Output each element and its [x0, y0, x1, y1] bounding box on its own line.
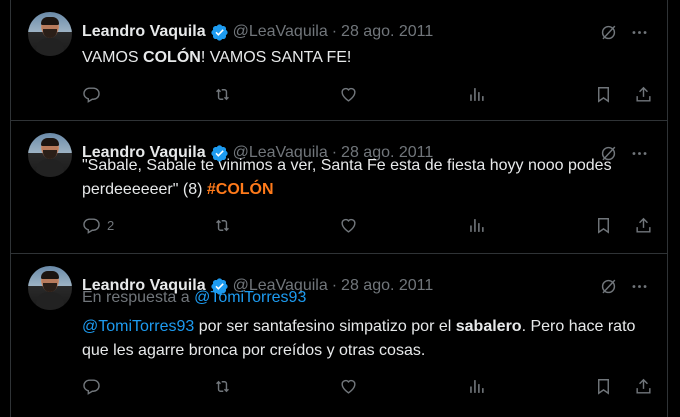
author-handle[interactable]: @LeaVaquila	[233, 23, 328, 41]
separator-dot: ·	[331, 23, 338, 40]
grok-icon[interactable]	[599, 23, 618, 42]
like-icon	[341, 379, 356, 394]
like-button[interactable]	[339, 85, 467, 104]
reply-button[interactable]	[82, 85, 213, 104]
reply-count: 2	[107, 217, 115, 233]
tweet-actions: 2	[82, 213, 653, 237]
retweet-button[interactable]	[213, 377, 339, 396]
tweet-header: Leandro Vaquila @LeaVaquila · 28 ago. 20…	[82, 21, 657, 43]
timeline: Leandro Vaquila @LeaVaquila · 28 ago. 20…	[10, 0, 668, 417]
tweet-text: @TomiTorres93 por ser santafesino simpat…	[82, 318, 636, 359]
reply-to-link[interactable]: @TomiTorres93	[194, 289, 306, 306]
reply-icon	[83, 86, 100, 103]
views-icon	[470, 87, 484, 101]
tweet-text: "Sabale, Sabale te vinimos a ver, Santa …	[82, 157, 612, 198]
avatar[interactable]	[28, 12, 72, 56]
bookmark-icon[interactable]	[594, 216, 613, 235]
mention-link[interactable]: @TomiTorres93	[82, 318, 194, 335]
views-icon	[470, 379, 484, 393]
like-icon	[341, 87, 356, 102]
like-button[interactable]	[339, 377, 467, 396]
tweet-actions	[82, 82, 653, 106]
reply-button[interactable]: 2	[82, 216, 213, 235]
reply-button[interactable]	[82, 377, 213, 396]
tweet[interactable]: Leandro Vaquila @LeaVaquila · 28 ago. 20…	[11, 121, 667, 254]
reply-context: En respuesta a @TomiTorres93	[82, 289, 307, 306]
reply-icon	[83, 378, 100, 395]
bookmark-icon[interactable]	[594, 85, 613, 104]
retweet-button[interactable]	[213, 85, 339, 104]
retweet-icon	[216, 380, 229, 392]
tweet-date[interactable]: 28 ago. 2011	[341, 23, 433, 41]
tweet-text: VAMOS COLÓN! VAMOS SANTA FE!	[82, 49, 352, 66]
share-icon[interactable]	[634, 216, 653, 235]
hashtag-link[interactable]: #COLÓN	[207, 181, 274, 198]
retweet-button[interactable]	[213, 216, 339, 235]
verified-badge-icon	[210, 23, 228, 41]
share-icon[interactable]	[634, 377, 653, 396]
tweet[interactable]: Leandro Vaquila @LeaVaquila · 28 ago. 20…	[11, 254, 667, 417]
share-icon[interactable]	[634, 85, 653, 104]
bookmark-icon[interactable]	[594, 377, 613, 396]
tweet-actions	[82, 374, 653, 398]
views-icon	[470, 218, 484, 232]
retweet-icon	[216, 88, 229, 100]
tweet[interactable]: Leandro Vaquila @LeaVaquila · 28 ago. 20…	[11, 0, 667, 121]
views-button[interactable]	[467, 216, 591, 235]
more-icon[interactable]	[630, 23, 649, 42]
views-button[interactable]	[467, 85, 591, 104]
views-button[interactable]	[467, 377, 591, 396]
reply-icon	[83, 217, 100, 234]
avatar[interactable]	[28, 133, 72, 177]
like-button[interactable]	[339, 216, 467, 235]
author-name[interactable]: Leandro Vaquila	[82, 23, 206, 41]
like-icon	[341, 218, 356, 233]
retweet-icon	[216, 219, 229, 231]
avatar[interactable]	[28, 266, 72, 310]
